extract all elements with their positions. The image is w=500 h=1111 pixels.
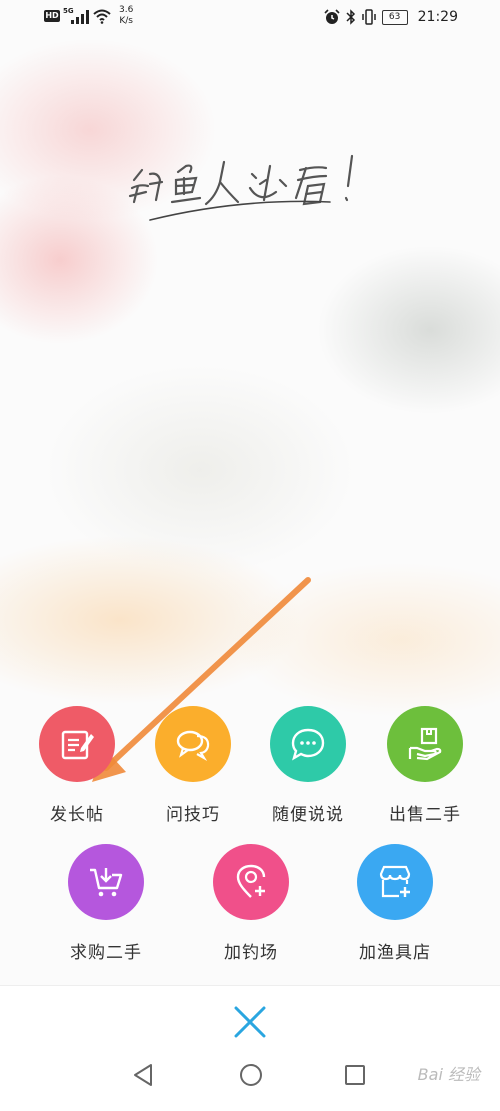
action-circle [270,706,346,782]
status-right: 63 21:29 [324,8,458,26]
action-label: 求购二手 [70,943,142,963]
action-circle [387,706,463,782]
chat-bubbles-icon [176,730,210,762]
action-add-fishing-spot[interactable]: 加钓场 [196,844,306,963]
hand-box-icon [408,727,442,761]
back-icon[interactable] [132,1063,154,1087]
status-bar: HD 5G 3.6 K/s 63 21:29 [0,0,500,34]
action-ask-tips[interactable]: 问技巧 [138,706,248,825]
action-circle [213,844,289,920]
action-circle [155,706,231,782]
alarm-icon [324,9,340,24]
signal-icon [71,10,89,24]
edit-note-icon [61,730,94,760]
action-circle [39,706,115,782]
bluetooth-icon [346,9,355,25]
status-time: 21:29 [417,9,458,25]
wifi-icon [93,9,111,24]
recent-apps-icon[interactable] [344,1064,366,1086]
action-label: 加钓场 [224,943,278,963]
home-icon[interactable] [239,1063,263,1087]
action-label: 发长帖 [50,805,104,825]
action-label: 问技巧 [166,805,220,825]
location-add-icon [236,864,266,898]
action-label: 出售二手 [389,805,461,825]
system-nav-bar: Bai 经验 [0,1041,500,1111]
action-casual-talk[interactable]: 随便说说 [253,706,363,825]
action-sell-used[interactable]: 出售二手 [370,706,480,825]
watermark: Bai 经验 [417,1065,480,1084]
action-buy-used[interactable]: 求购二手 [51,844,161,963]
hd-badge: HD [44,10,60,22]
vibrate-icon [361,9,376,25]
battery-indicator: 63 [381,9,408,25]
action-post-long[interactable]: 发长帖 [22,706,132,825]
network-speed: 3.6 K/s [119,5,134,26]
action-add-tackle-shop[interactable]: 加渔具店 [340,844,450,963]
action-circle [68,844,144,920]
speech-bubble-icon [291,728,325,761]
shopping-cart-icon [90,868,123,897]
action-label: 随便说说 [272,805,344,825]
action-label: 加渔具店 [359,943,431,963]
store-add-icon [379,865,411,898]
handwritten-banner-art [128,154,354,221]
close-bar [0,985,500,1042]
action-circle [357,844,433,920]
close-icon[interactable] [232,1004,268,1040]
